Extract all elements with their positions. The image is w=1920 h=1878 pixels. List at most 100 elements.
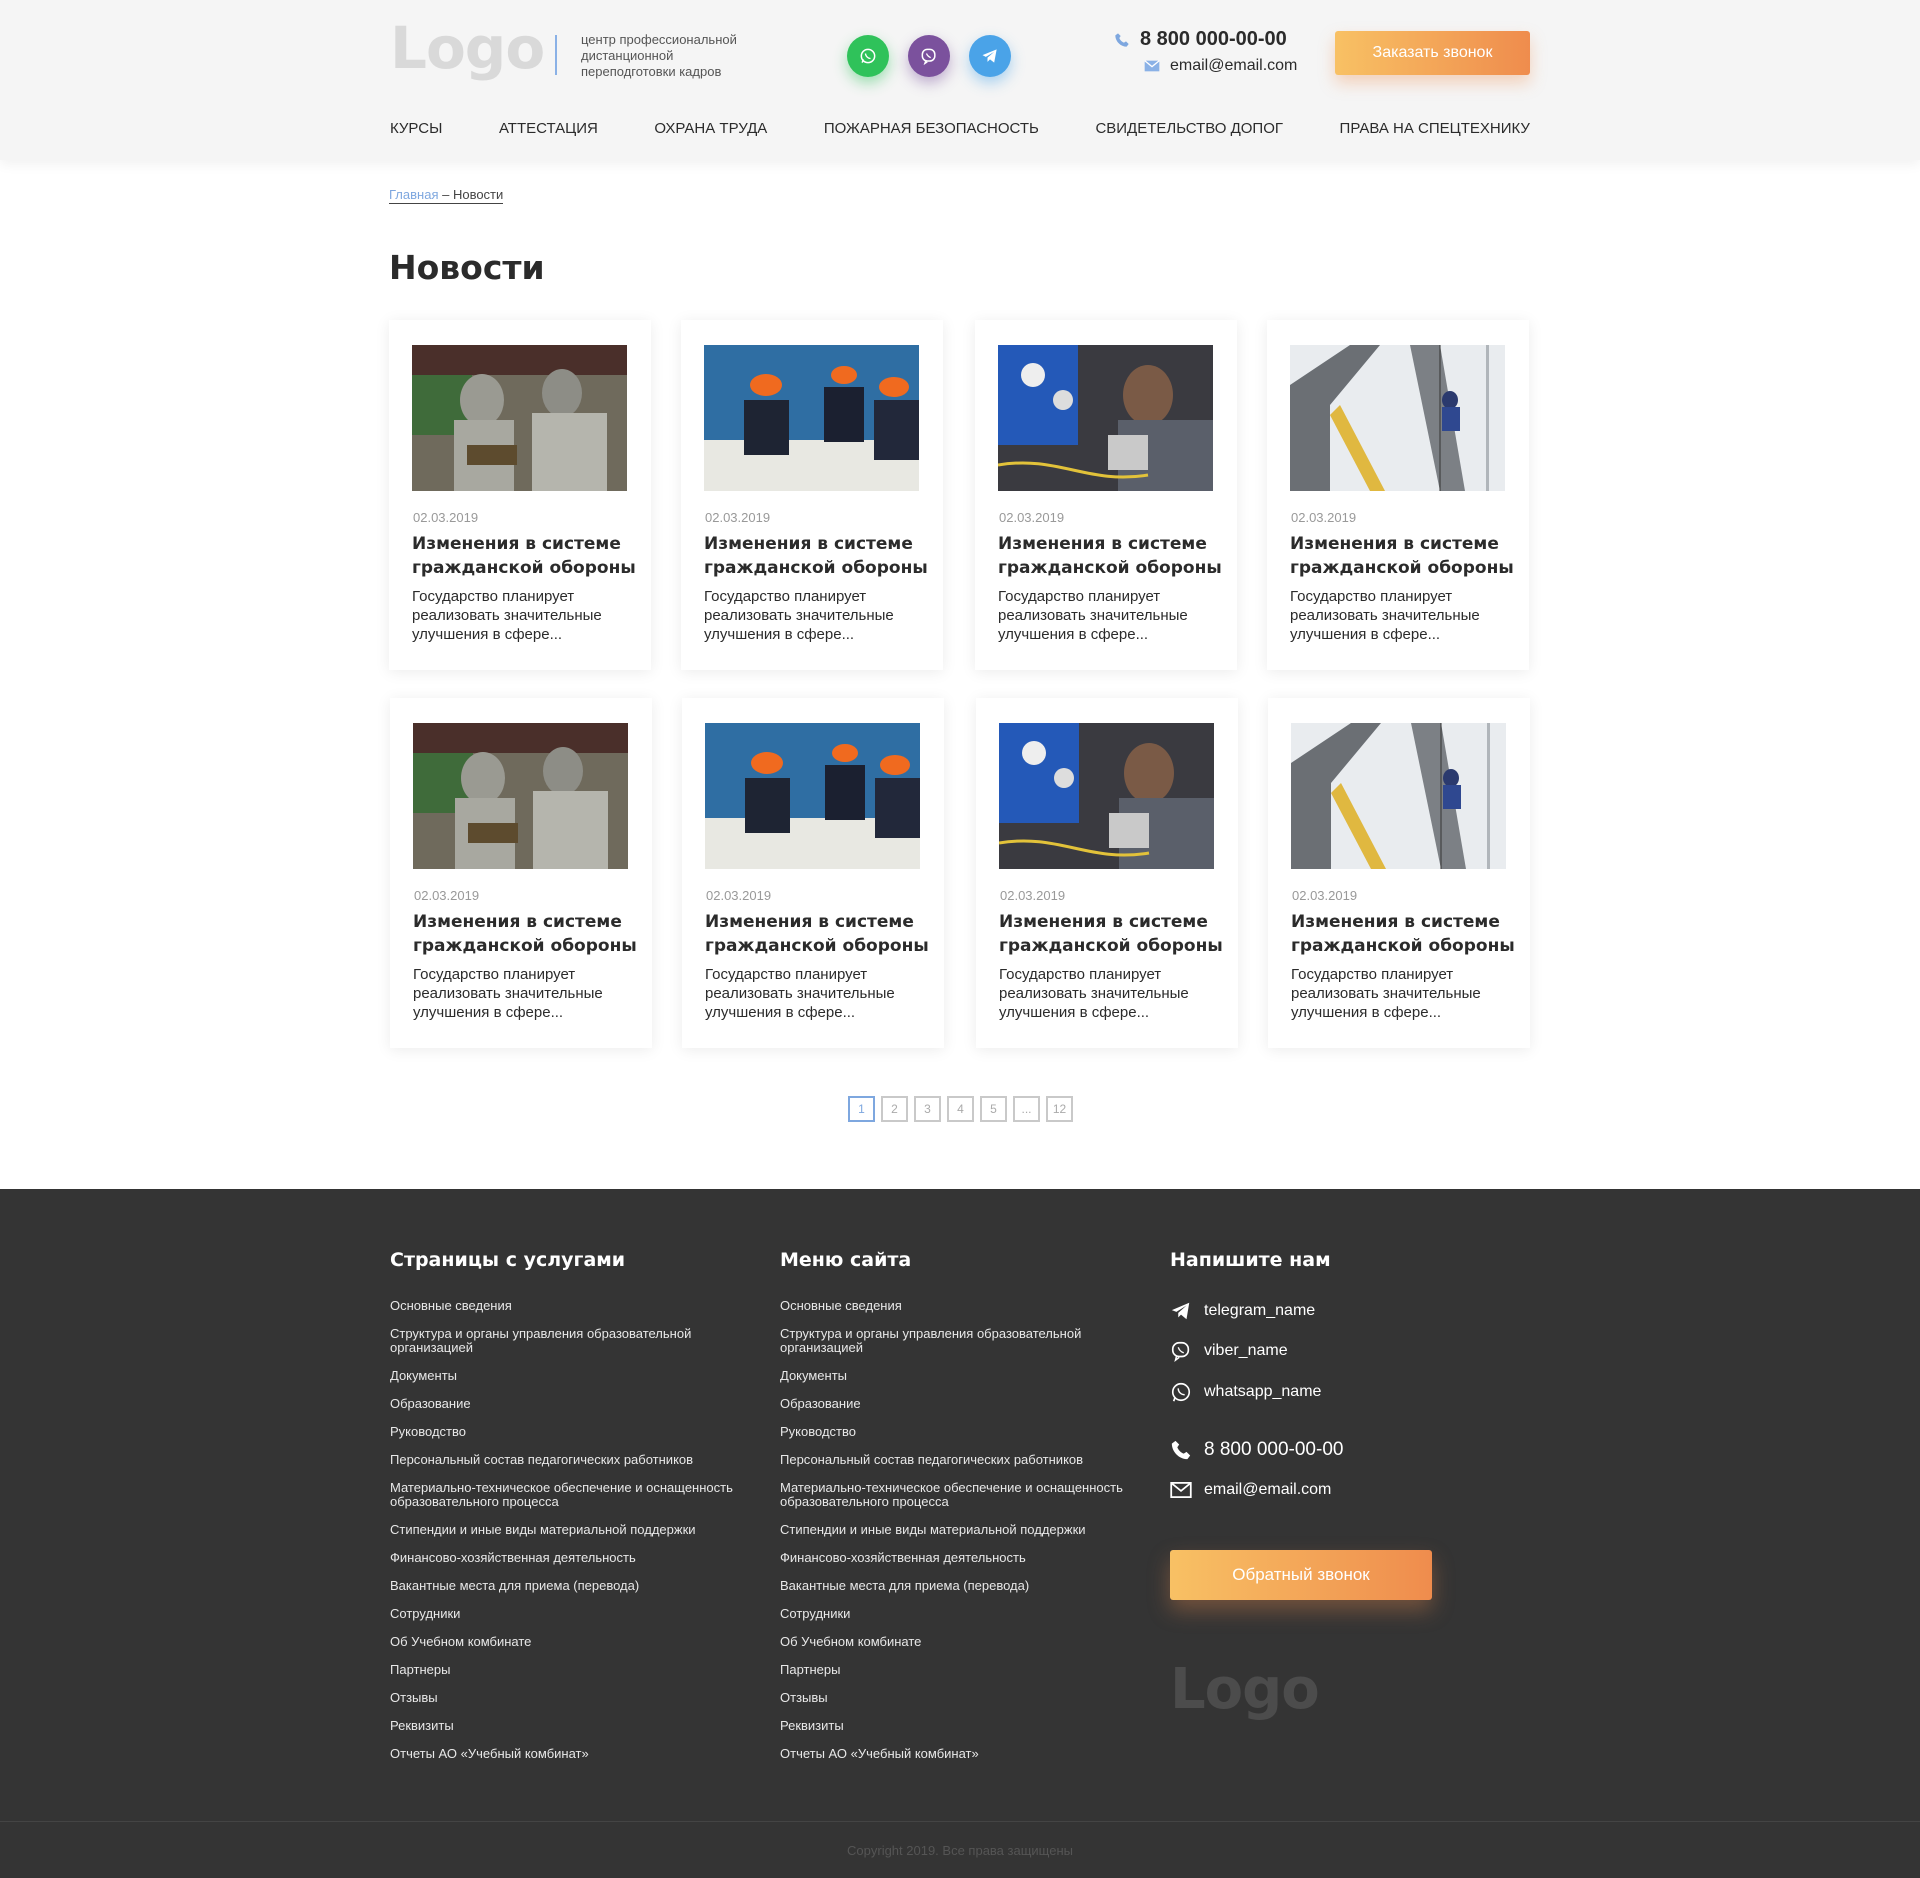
- copyright: Copyright 2019. Все права защищены: [847, 1843, 1073, 1858]
- mail-icon: [1144, 60, 1160, 72]
- footer-email[interactable]: email@email.com: [1170, 1481, 1331, 1499]
- nav-item-fire-safety[interactable]: ПОЖАРНАЯ БЕЗОПАСНОСТЬ: [824, 120, 1039, 137]
- news-title[interactable]: Изменения в системе гражданской обороны: [999, 910, 1224, 958]
- footer-link[interactable]: Персональный состав педагогических работ…: [390, 1453, 740, 1467]
- footer-link[interactable]: Структура и органы управления образовате…: [390, 1327, 740, 1355]
- footer-link[interactable]: Стипендии и иные виды материальной подде…: [780, 1523, 1130, 1537]
- news-title[interactable]: Изменения в системе гражданской обороны: [998, 532, 1223, 580]
- page-link[interactable]: 2: [881, 1096, 908, 1122]
- callback-button[interactable]: Обратный звонок: [1170, 1550, 1432, 1600]
- telegram-button[interactable]: [969, 35, 1011, 77]
- breadcrumb-separator: –: [438, 187, 453, 202]
- viber-icon: [1171, 1341, 1190, 1362]
- news-date: 02.03.2019: [414, 888, 480, 903]
- news-card[interactable]: 02.03.2019 Изменения в системе гражданско…: [1267, 320, 1529, 670]
- footer-link[interactable]: Отзывы: [390, 1691, 740, 1705]
- footer-link[interactable]: Персональный состав педагогических работ…: [780, 1453, 1130, 1467]
- footer-services-list: Основные сведения Структура и органы упра…: [390, 1299, 740, 1775]
- footer-link[interactable]: Вакантные места для приема (перевода): [390, 1579, 740, 1593]
- whatsapp-button[interactable]: [847, 35, 889, 77]
- news-excerpt: Государство планирует реализовать значит…: [412, 588, 602, 643]
- page-link[interactable]: 4: [947, 1096, 974, 1122]
- footer-logo[interactable]: Logo: [1170, 1657, 1320, 1722]
- news-image[interactable]: [1290, 345, 1505, 491]
- news-card[interactable]: 02.03.2019 Изменения в системе гражданско…: [389, 320, 651, 670]
- footer-link[interactable]: Финансово-хозяйственная деятельность: [390, 1551, 740, 1565]
- footer-link[interactable]: Руководство: [390, 1425, 740, 1439]
- footer-link[interactable]: Материально-техническое обеспечение и ос…: [390, 1481, 740, 1509]
- footer-link[interactable]: Отчеты АО «Учебный комбинат»: [390, 1747, 740, 1761]
- footer-link[interactable]: Образование: [780, 1397, 1130, 1411]
- news-image[interactable]: [412, 345, 627, 491]
- page-link[interactable]: 5: [980, 1096, 1007, 1122]
- footer-link[interactable]: Партнеры: [390, 1663, 740, 1677]
- footer-link[interactable]: Отзывы: [780, 1691, 1130, 1705]
- footer-link[interactable]: Документы: [390, 1369, 740, 1383]
- footer-whatsapp[interactable]: whatsapp_name: [1170, 1381, 1321, 1403]
- header-phone[interactable]: 8 800 000-00-00: [1114, 28, 1287, 51]
- footer-phone[interactable]: 8 800 000-00-00: [1170, 1439, 1343, 1461]
- order-call-button[interactable]: Заказать звонок: [1335, 31, 1530, 75]
- news-title[interactable]: Изменения в системе гражданской обороны: [413, 910, 638, 958]
- news-excerpt: Государство планирует реализовать значит…: [413, 966, 603, 1021]
- news-image[interactable]: [705, 723, 920, 869]
- news-card[interactable]: 02.03.2019 Изменения в системе гражданско…: [975, 320, 1237, 670]
- page-link[interactable]: 1: [848, 1096, 875, 1122]
- footer-link[interactable]: Образование: [390, 1397, 740, 1411]
- nav-item-dopog[interactable]: СВИДЕТЕЛЬСТВО ДОПОГ: [1095, 120, 1283, 137]
- footer-link[interactable]: Материально-техническое обеспечение и ос…: [780, 1481, 1130, 1509]
- header-phone-text: 8 800 000-00-00: [1140, 28, 1287, 50]
- news-card[interactable]: 02.03.2019 Изменения в системе гражданско…: [681, 320, 943, 670]
- news-excerpt: Государство планирует реализовать значит…: [704, 588, 894, 643]
- viber-button[interactable]: [908, 35, 950, 77]
- news-card[interactable]: 02.03.2019 Изменения в системе гражданско…: [390, 698, 652, 1048]
- footer-link[interactable]: Основные сведения: [780, 1299, 1130, 1313]
- news-card[interactable]: 02.03.2019 Изменения в системе гражданско…: [1268, 698, 1530, 1048]
- pagination: 1 2 3 4 5 ... 12: [848, 1096, 1073, 1122]
- footer-link[interactable]: Об Учебном комбинате: [390, 1635, 740, 1649]
- news-image[interactable]: [1291, 723, 1506, 869]
- news-card[interactable]: 02.03.2019 Изменения в системе гражданско…: [976, 698, 1238, 1048]
- footer-link[interactable]: Руководство: [780, 1425, 1130, 1439]
- news-date: 02.03.2019: [1291, 510, 1357, 525]
- logo[interactable]: Logo: [390, 14, 545, 82]
- nav-item-special-vehicles[interactable]: ПРАВА НА СПЕЦТЕХНИКУ: [1340, 120, 1530, 137]
- phone-icon: [1115, 32, 1129, 47]
- footer-link[interactable]: Вакантные места для приема (перевода): [780, 1579, 1130, 1593]
- footer-link[interactable]: Сотрудники: [390, 1607, 740, 1621]
- nav-item-attestation[interactable]: АТТЕСТАЦИЯ: [499, 120, 598, 137]
- page-link[interactable]: 12: [1046, 1096, 1073, 1122]
- footer-link[interactable]: Реквизиты: [390, 1719, 740, 1733]
- footer-link[interactable]: Об Учебном комбинате: [780, 1635, 1130, 1649]
- page-link[interactable]: 3: [914, 1096, 941, 1122]
- footer-link[interactable]: Отчеты АО «Учебный комбинат»: [780, 1747, 1130, 1761]
- footer-telegram[interactable]: telegram_name: [1170, 1300, 1315, 1322]
- footer-menu-list: Основные сведения Структура и органы упра…: [780, 1299, 1130, 1775]
- nav-item-courses[interactable]: КУРСЫ: [390, 120, 442, 137]
- news-image[interactable]: [998, 345, 1213, 491]
- news-card[interactable]: 02.03.2019 Изменения в системе гражданско…: [682, 698, 944, 1048]
- news-image[interactable]: [413, 723, 628, 869]
- news-image[interactable]: [999, 723, 1214, 869]
- news-image[interactable]: [704, 345, 919, 491]
- news-title[interactable]: Изменения в системе гражданской обороны: [1291, 910, 1516, 958]
- footer-link[interactable]: Структура и органы управления образовате…: [780, 1327, 1130, 1355]
- footer-link[interactable]: Финансово-хозяйственная деятельность: [780, 1551, 1130, 1565]
- news-title[interactable]: Изменения в системе гражданской обороны: [412, 532, 637, 580]
- footer-link[interactable]: Стипендии и иные виды материальной подде…: [390, 1523, 740, 1537]
- mail-icon: [1170, 1482, 1192, 1498]
- footer-link[interactable]: Основные сведения: [390, 1299, 740, 1313]
- news-title[interactable]: Изменения в системе гражданской обороны: [705, 910, 930, 958]
- news-title[interactable]: Изменения в системе гражданской обороны: [704, 532, 929, 580]
- footer-viber[interactable]: viber_name: [1170, 1340, 1288, 1362]
- nav-item-labor-safety[interactable]: ОХРАНА ТРУДА: [654, 120, 767, 137]
- footer-menu-title: Меню сайта: [780, 1249, 912, 1271]
- tagline: центр профессиональной дистанционной пер…: [581, 32, 737, 79]
- footer-link[interactable]: Партнеры: [780, 1663, 1130, 1677]
- header-email[interactable]: email@email.com: [1144, 57, 1297, 75]
- news-title[interactable]: Изменения в системе гражданской обороны: [1290, 532, 1515, 580]
- footer-link[interactable]: Сотрудники: [780, 1607, 1130, 1621]
- footer-link[interactable]: Документы: [780, 1369, 1130, 1383]
- breadcrumb-home[interactable]: Главная: [389, 187, 438, 202]
- footer-link[interactable]: Реквизиты: [780, 1719, 1130, 1733]
